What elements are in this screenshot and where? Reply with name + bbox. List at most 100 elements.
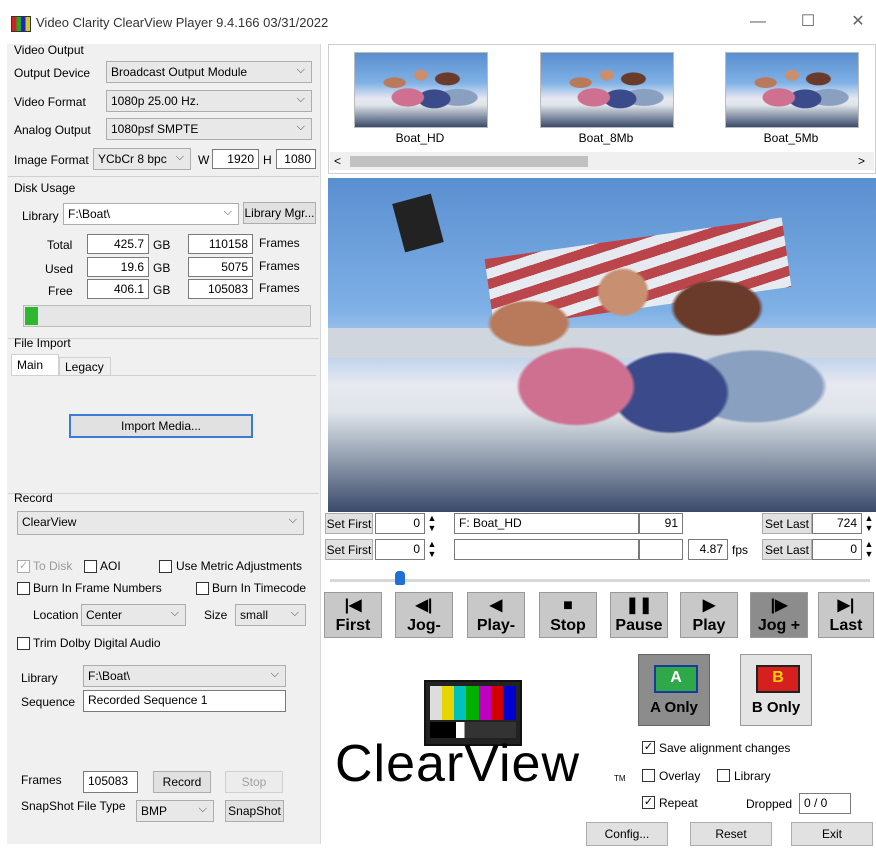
- chevron-down-icon: ⌵: [296, 93, 305, 105]
- set-last-button[interactable]: Set Last: [762, 513, 812, 534]
- close-button[interactable]: ✕: [840, 8, 876, 36]
- size-select[interactable]: small ⌵: [235, 604, 306, 626]
- output-device-value: Broadcast Output Module: [111, 65, 248, 79]
- clip-thumbnail[interactable]: [725, 52, 859, 128]
- tab-main[interactable]: Main: [11, 354, 59, 376]
- sequence-field[interactable]: Recorded Sequence 1: [83, 690, 286, 712]
- repeat-label: Repeat: [659, 796, 698, 810]
- timeline-slider-track[interactable]: [330, 579, 870, 582]
- save-alignment-checkbox[interactable]: ✓: [642, 741, 655, 754]
- clip-thumbnail-label: Boat_HD: [395, 131, 445, 145]
- stop-button[interactable]: ■ Stop: [539, 592, 597, 638]
- b-only-button[interactable]: B B Only: [740, 654, 812, 726]
- last-button[interactable]: ▶| Last: [818, 592, 874, 638]
- image-format-select[interactable]: YCbCr 8 bpc ⌵: [93, 148, 191, 170]
- tab-legacy[interactable]: Legacy: [59, 357, 111, 376]
- fps-label: fps: [732, 543, 749, 557]
- set-first-button[interactable]: Set First: [325, 513, 373, 534]
- last-icon: ▶|: [837, 597, 855, 614]
- dropped-label: Dropped: [746, 797, 793, 811]
- trim-dolby-checkbox[interactable]: [17, 637, 30, 650]
- frames-label: Frames: [21, 773, 62, 787]
- last-frame-field[interactable]: 724: [812, 513, 862, 534]
- pause-button[interactable]: ❚❚ Pause: [610, 592, 668, 638]
- file-name-field: F: Boat_HD: [454, 513, 639, 534]
- library-mgr-button[interactable]: Library Mgr...: [243, 202, 316, 224]
- scroll-left-icon[interactable]: <: [334, 154, 341, 168]
- video-preview[interactable]: [328, 178, 876, 512]
- first-button[interactable]: |◀ First: [324, 592, 382, 638]
- metric-checkbox[interactable]: [159, 560, 172, 573]
- disk-library-select[interactable]: F:\Boat\ ⌵: [63, 203, 239, 225]
- thumbnail-scrollbar[interactable]: < >: [330, 152, 874, 170]
- record-device-select[interactable]: ClearView ⌵: [17, 511, 304, 535]
- reset-button[interactable]: Reset: [690, 822, 772, 846]
- repeat-checkbox[interactable]: ✓: [642, 796, 655, 809]
- first-frame-spinner-2[interactable]: ▲ ▼: [425, 539, 439, 560]
- jog-back-button[interactable]: ◀| Jog-: [395, 592, 453, 638]
- width-field[interactable]: 1920: [212, 149, 259, 169]
- video-format-select[interactable]: 1080p 25.00 Hz. ⌵: [106, 90, 312, 112]
- tab-divider: [11, 375, 316, 376]
- height-field[interactable]: 1080: [276, 149, 316, 169]
- a-icon: A: [654, 665, 698, 693]
- first-frame-field[interactable]: 0: [375, 513, 425, 534]
- library-option-label: Library: [734, 769, 771, 783]
- record-library-select[interactable]: F:\Boat\ ⌵: [83, 665, 286, 687]
- last-label: Last: [829, 617, 863, 634]
- play-label: Play: [692, 617, 726, 634]
- library-checkbox[interactable]: [717, 769, 730, 782]
- dropped-field: 0 / 0: [799, 793, 851, 814]
- first-frame-field-2[interactable]: 0: [375, 539, 425, 560]
- frames-field[interactable]: 105083: [83, 771, 138, 793]
- scroll-right-icon[interactable]: >: [858, 154, 865, 168]
- record-button[interactable]: Record: [153, 771, 211, 793]
- record-device-value: ClearView: [22, 515, 77, 529]
- clip-thumbnail[interactable]: [540, 52, 674, 128]
- size-label: Size: [204, 608, 228, 622]
- chevron-down-icon: ⌵: [288, 514, 297, 526]
- current-frame-field[interactable]: 91: [639, 513, 683, 534]
- video-output-group-label: Video Output: [14, 43, 84, 57]
- set-first-button-2[interactable]: Set First: [325, 539, 373, 560]
- exit-button[interactable]: Exit: [791, 822, 873, 846]
- aoi-checkbox[interactable]: [84, 560, 97, 573]
- used-label: Used: [45, 262, 74, 276]
- import-media-button[interactable]: Import Media...: [69, 414, 253, 438]
- stop-record-button[interactable]: Stop: [225, 771, 283, 793]
- burn-timecode-checkbox[interactable]: [196, 582, 209, 595]
- jog-forward-button[interactable]: |▶ Jog +: [750, 592, 808, 638]
- scrollbar-thumb[interactable]: [350, 156, 588, 167]
- last-frame-spinner[interactable]: ▲ ▼: [862, 513, 876, 534]
- stop-icon: ■: [563, 597, 573, 614]
- analog-output-select[interactable]: 1080psf SMPTE ⌵: [106, 118, 312, 140]
- clip-thumbnail[interactable]: [354, 52, 488, 128]
- first-frame-spinner[interactable]: ▲ ▼: [425, 513, 439, 534]
- last-frame-field-2[interactable]: 0: [812, 539, 862, 560]
- to-disk-checkbox[interactable]: ✓: [17, 560, 30, 573]
- play-reverse-button[interactable]: ◀ Play-: [467, 592, 525, 638]
- last-frame-spinner-2[interactable]: ▲ ▼: [862, 539, 876, 560]
- timeline-slider-thumb[interactable]: [395, 571, 406, 585]
- overlay-checkbox[interactable]: [642, 769, 655, 782]
- chevron-down-icon: ⌵: [223, 206, 232, 218]
- output-device-select[interactable]: Broadcast Output Module ⌵: [106, 61, 312, 83]
- burn-frame-checkbox[interactable]: [17, 582, 30, 595]
- output-device-label: Output Device: [14, 66, 91, 80]
- first-label: First: [335, 617, 371, 634]
- maximize-button[interactable]: ☐: [790, 8, 826, 36]
- stop-label: Stop: [550, 617, 586, 634]
- set-last-button-2[interactable]: Set Last: [762, 539, 812, 560]
- location-select[interactable]: Center ⌵: [81, 604, 186, 626]
- window-title: Video Clarity ClearView Player 9.4.166 0…: [36, 15, 329, 30]
- minimize-button[interactable]: —: [740, 8, 776, 36]
- config-button[interactable]: Config...: [586, 822, 668, 846]
- chevron-down-icon: ⌵: [198, 803, 207, 815]
- snapshot-type-select[interactable]: BMP ⌵: [136, 800, 214, 822]
- height-label: H: [263, 153, 272, 167]
- color-bars-image: [430, 686, 516, 720]
- play-button[interactable]: ▶ Play: [680, 592, 738, 638]
- a-only-button[interactable]: A A Only: [638, 654, 710, 726]
- snapshot-button[interactable]: SnapShot: [225, 800, 284, 822]
- jog-back-icon: ◀|: [415, 597, 433, 614]
